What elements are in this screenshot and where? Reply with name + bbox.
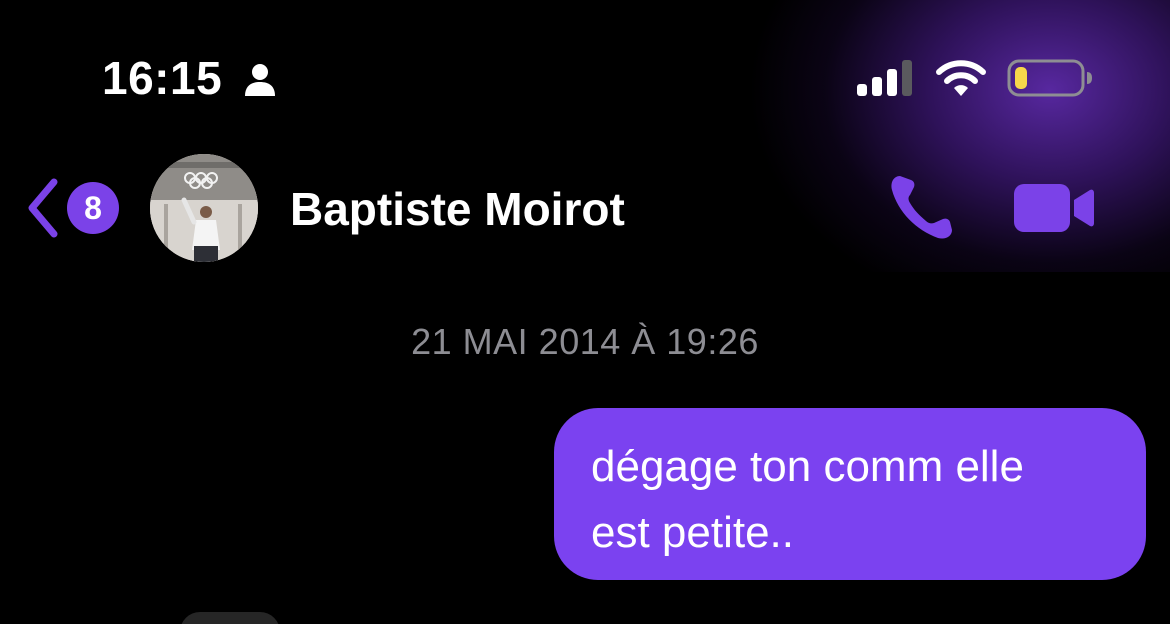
- message-text-line: est petite..: [591, 508, 795, 557]
- status-time: 16:15: [102, 52, 223, 104]
- wifi-icon: [936, 60, 986, 96]
- outgoing-message-bubble[interactable]: dégage ton comm elle est petite..: [554, 408, 1146, 580]
- message-text-line: dégage ton comm elle: [591, 442, 1024, 491]
- incoming-message-bubble-partial[interactable]: [180, 612, 280, 624]
- battery-level-fill: [1015, 67, 1027, 89]
- messenger-chat-screen: 16:15 8 Baptiste Moirot 21 MAI 2014 À 19…: [0, 0, 1170, 624]
- video-camera-icon[interactable]: [1010, 180, 1096, 236]
- unread-count-badge: 8: [67, 182, 119, 234]
- back-button[interactable]: 8: [24, 176, 124, 240]
- chevron-left-icon: [28, 178, 58, 238]
- avatar-photo: [150, 154, 258, 262]
- message-timestamp: 21 MAI 2014 À 19:26: [411, 321, 759, 362]
- avatar[interactable]: [150, 154, 258, 262]
- battery-icon: [1007, 59, 1092, 97]
- contact-name[interactable]: Baptiste Moirot: [290, 182, 625, 236]
- phone-icon[interactable]: [884, 170, 964, 246]
- person-icon: [245, 64, 275, 96]
- signal-icon: [857, 60, 912, 96]
